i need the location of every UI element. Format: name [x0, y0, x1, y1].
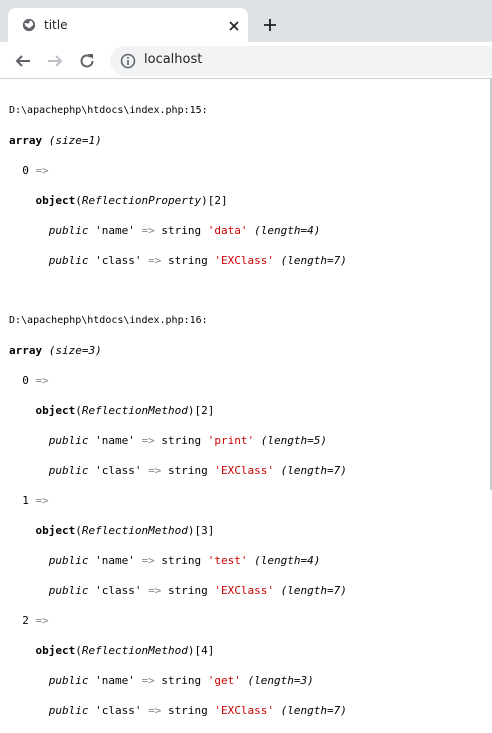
plus-icon[interactable]: [262, 17, 278, 33]
dump-location: D:\apachephp\htdocs\index.php:16:: [9, 315, 208, 326]
property-row: public 'class' => string 'EXClass' (leng…: [48, 464, 347, 477]
info-icon[interactable]: [120, 53, 136, 69]
close-icon[interactable]: [226, 18, 242, 34]
forward-arrow-icon[interactable]: [46, 52, 64, 70]
object-header: object(ReflectionMethod)[2]: [35, 404, 215, 417]
dump-location: D:\apachephp\htdocs\index.php:15:: [9, 105, 208, 116]
object-header: object(ReflectionProperty)[2]: [35, 194, 228, 207]
object-header: object(ReflectionMethod)[4]: [35, 644, 215, 657]
array-key: 1 =>: [22, 494, 49, 507]
reload-icon[interactable]: [78, 52, 96, 70]
tab-title: title: [44, 18, 68, 32]
property-row: public 'name' => string 'get' (length=3): [48, 674, 314, 687]
array-header: array (size=3): [9, 344, 102, 357]
url-text[interactable]: localhost: [144, 52, 202, 67]
property-row: public 'name' => string 'test' (length=4…: [48, 554, 321, 567]
property-row: public 'class' => string 'EXClass' (leng…: [48, 704, 347, 717]
array-key: 0 =>: [22, 164, 49, 177]
array-key: 2 =>: [22, 614, 49, 627]
array-header: array (size=1): [9, 134, 102, 147]
object-header: object(ReflectionMethod)[3]: [35, 524, 215, 537]
property-row: public 'class' => string 'EXClass' (leng…: [48, 584, 347, 597]
property-row: public 'name' => string 'print' (length=…: [48, 434, 327, 447]
back-arrow-icon[interactable]: [14, 52, 32, 70]
property-row: public 'name' => string 'data' (length=4…: [48, 224, 321, 237]
property-row: public 'class' => string 'EXClass' (leng…: [48, 254, 347, 267]
array-key: 0 =>: [22, 374, 49, 387]
page-content: D:\apachephp\htdocs\index.php:15: array …: [9, 88, 347, 733]
globe-icon: [22, 18, 36, 32]
